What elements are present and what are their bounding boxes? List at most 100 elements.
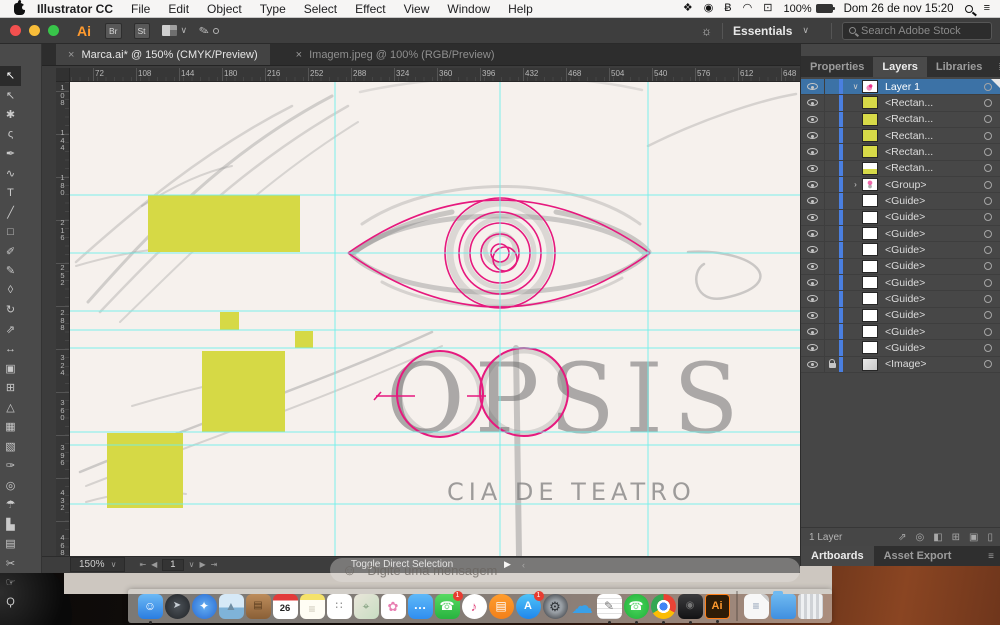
slice-tool[interactable]: ✂ [0, 554, 21, 574]
ibooks[interactable]: ▤ [489, 594, 514, 619]
artboard-tool[interactable]: ▤ [0, 534, 21, 554]
target-circle[interactable] [984, 181, 992, 189]
battery-indicator[interactable]: 100% [783, 3, 832, 15]
menu-item[interactable]: Window [447, 2, 490, 16]
visibility-toggle[interactable] [801, 259, 825, 274]
line-segment-tool[interactable]: ╱ [0, 203, 21, 223]
visibility-toggle[interactable] [801, 128, 825, 143]
layer-thumbnail[interactable] [862, 162, 878, 175]
layer-row[interactable]: <Guide> [801, 340, 1000, 356]
layer-thumbnail[interactable] [862, 276, 878, 289]
dropbox-icon[interactable]: ❖ [683, 3, 693, 14]
collect-export-icon[interactable]: ⇗ [898, 532, 906, 543]
layer-thumbnail[interactable] [862, 194, 878, 207]
visibility-toggle[interactable] [801, 340, 825, 355]
menu-item[interactable]: Effect [355, 2, 385, 16]
tab-properties[interactable]: Properties [801, 57, 873, 77]
direct-selection-tool[interactable]: ↖ [0, 86, 21, 106]
menu-item[interactable]: Edit [168, 2, 189, 16]
calendar[interactable]: 26 [273, 594, 298, 619]
app-store[interactable]: A 1 [516, 594, 541, 619]
system-preferences[interactable]: ⚙ [543, 594, 568, 619]
go-to-stock-button[interactable]: St [134, 23, 150, 39]
layer-name[interactable]: <Guide> [885, 228, 925, 240]
target-circle[interactable] [984, 164, 992, 172]
visibility-toggle[interactable] [801, 177, 825, 192]
layer-row[interactable]: <Guide> [801, 210, 1000, 226]
rotate-tool[interactable]: ↻ [0, 300, 21, 320]
target-circle[interactable] [984, 295, 992, 303]
visibility-toggle[interactable] [801, 161, 825, 176]
scale-tool[interactable]: ⇗ [0, 320, 21, 340]
menu-item[interactable]: Object [207, 2, 242, 16]
layer-thumbnail[interactable] [862, 260, 878, 273]
target-circle[interactable] [984, 230, 992, 238]
downloads-folder[interactable] [771, 594, 796, 619]
layer-thumbnail[interactable] [862, 129, 878, 142]
layer-name[interactable]: <Group> [885, 179, 926, 191]
layer-name[interactable]: <Guide> [885, 211, 925, 223]
layer-name[interactable]: <Rectan... [885, 146, 933, 158]
visibility-toggle[interactable] [801, 324, 825, 339]
lock-cell[interactable] [825, 360, 839, 368]
reminders[interactable]: ∷ [327, 594, 352, 619]
layer-thumbnail[interactable] [862, 211, 878, 224]
maps[interactable]: ⌖ [354, 594, 379, 619]
layer-name[interactable]: <Guide> [885, 309, 925, 321]
target-circle[interactable] [984, 99, 992, 107]
arrange-documents-icon[interactable] [162, 25, 177, 36]
tab-libraries[interactable]: Libraries [927, 57, 991, 77]
layer-thumbnail[interactable] [862, 178, 878, 191]
preview[interactable]: ▲ [219, 594, 244, 619]
layer-name[interactable]: Layer 1 [885, 81, 920, 93]
eraser-tool[interactable]: ◊ [0, 281, 21, 301]
last-artboard-button[interactable]: ⇥ [211, 560, 218, 569]
visibility-toggle[interactable] [801, 242, 825, 257]
layer-row[interactable]: <Guide> [801, 324, 1000, 340]
blend-tool[interactable]: ◎ [0, 476, 21, 496]
target-circle[interactable] [984, 115, 992, 123]
close-tab-icon[interactable]: × [68, 49, 74, 61]
visibility-toggle[interactable] [801, 79, 825, 94]
layer-row[interactable]: <Rectan... [801, 161, 1000, 177]
facetime[interactable]: ☎ 1 [435, 594, 460, 619]
menu-item[interactable]: File [131, 2, 150, 16]
artboard-number-field[interactable]: 1 [162, 559, 183, 571]
layer-row[interactable]: <Guide> [801, 291, 1000, 307]
layer-thumbnail[interactable] [862, 358, 878, 371]
curvature-tool[interactable]: ∿ [0, 164, 21, 184]
layer-row[interactable]: <Guide> [801, 308, 1000, 324]
visibility-toggle[interactable] [801, 226, 825, 241]
layer-row[interactable]: <Rectan... [801, 95, 1000, 111]
photos[interactable]: ✿ [381, 594, 406, 619]
new-sublayer-icon[interactable]: ⊞ [952, 532, 960, 543]
document-tab[interactable]: × Marca.ai* @ 150% (CMYK/Preview) [56, 44, 270, 65]
menu-item[interactable]: Select [304, 2, 337, 16]
visibility-toggle[interactable] [801, 308, 825, 323]
target-circle[interactable] [984, 197, 992, 205]
target-circle[interactable] [984, 360, 992, 368]
target-circle[interactable] [984, 132, 992, 140]
rectangle-tool[interactable]: □ [0, 222, 21, 242]
lasso-tool[interactable]: ς [0, 125, 21, 145]
eyedropper-tool[interactable]: ✑ [0, 456, 21, 476]
chrome[interactable] [651, 594, 676, 619]
layer-name[interactable]: <Guide> [885, 342, 925, 354]
menu-item[interactable]: Type [260, 2, 286, 16]
notification-center-icon[interactable]: ≡ [984, 3, 990, 14]
layer-row[interactable]: <Guide> [801, 259, 1000, 275]
layer-thumbnail[interactable] [862, 309, 878, 322]
disclosure-icon[interactable]: ∨ [849, 82, 862, 91]
layer-name[interactable]: <Image> [885, 358, 926, 370]
finder[interactable]: ☺ [138, 594, 163, 619]
touch-workspace-icon[interactable]: ✎ [197, 22, 210, 38]
visibility-toggle[interactable] [801, 193, 825, 208]
visibility-toggle[interactable] [801, 210, 825, 225]
layer-thumbnail[interactable] [862, 80, 878, 93]
layer-thumbnail[interactable] [862, 292, 878, 305]
document[interactable]: ≡ [744, 594, 769, 619]
locate-object-icon[interactable]: ◎ [915, 532, 924, 543]
safari[interactable]: ✦ [192, 594, 217, 619]
bottom-panel-menu-icon[interactable]: ≡ [981, 551, 1000, 566]
pen-tool[interactable]: ✒ [0, 144, 21, 164]
